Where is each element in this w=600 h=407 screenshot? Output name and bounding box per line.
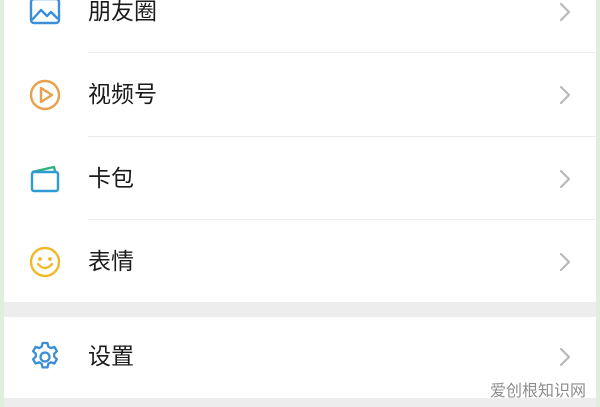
chevron-right-icon [559, 347, 571, 367]
menu-item-card-wallet[interactable]: 卡包 [4, 137, 596, 220]
sticker-icon [29, 246, 61, 278]
chevron-right-icon [559, 2, 571, 22]
card-wallet-icon [30, 165, 60, 193]
watermark-text: 爱创根知识网 [489, 381, 586, 400]
menu-item-label: 设置 [88, 344, 134, 370]
chevron-right-icon [559, 169, 571, 189]
menu-item-label: 朋友圈 [88, 0, 157, 25]
menu-item-channels[interactable]: 视频号 [4, 53, 596, 136]
menu-item-label: 表情 [88, 249, 134, 275]
menu-item-stickers[interactable]: 表情 [4, 220, 596, 303]
section-separator [4, 302, 596, 317]
menu-item-label: 卡包 [88, 166, 134, 192]
channels-icon [29, 79, 61, 111]
chevron-right-icon [559, 252, 571, 272]
gear-icon [31, 341, 59, 369]
chevron-right-icon [559, 85, 571, 105]
moments-icon [29, 0, 61, 25]
menu-item-moments[interactable]: 朋友圈 [4, 0, 596, 53]
wechat-me-menu: 朋友圈 视频号 卡包 表情 设置 爱创根知识网 [4, 0, 596, 407]
menu-item-label: 视频号 [88, 82, 157, 108]
